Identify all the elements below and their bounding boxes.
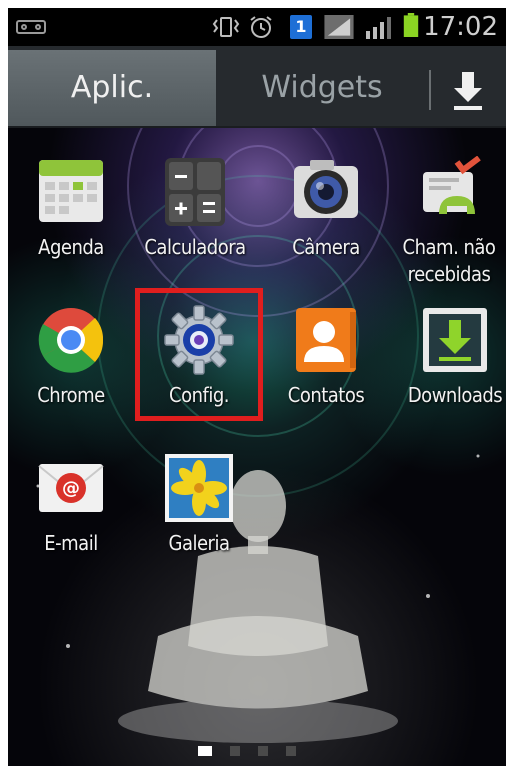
app-label: Câmera xyxy=(292,235,360,259)
app-label: Galeria xyxy=(168,531,230,555)
download-arrow-icon xyxy=(454,72,482,110)
chrome-icon xyxy=(38,308,104,373)
alarm-icon xyxy=(250,16,272,38)
status-bar: 1 17:02 xyxy=(8,8,506,46)
voicemail-icon xyxy=(16,20,46,34)
app-label: Downloads xyxy=(407,383,503,407)
calendar-icon xyxy=(39,160,103,222)
notification-badge-icon: 1 xyxy=(290,15,312,39)
phone-screen: 1 17:02 Aplic. Widgets Agenda Calculador… xyxy=(8,8,506,766)
page-dot-active[interactable] xyxy=(198,746,212,756)
highlight-box xyxy=(135,288,263,421)
app-label: Contatos xyxy=(287,383,365,407)
app-label: Agenda xyxy=(38,235,104,259)
downloads-icon xyxy=(423,308,487,372)
gallery-icon xyxy=(165,454,233,522)
page-dot[interactable] xyxy=(258,746,268,756)
calculator-icon xyxy=(165,158,225,226)
page-dot[interactable] xyxy=(286,746,296,756)
svg-text:@: @ xyxy=(62,478,80,499)
vibrate-icon xyxy=(212,17,240,37)
page-indicator xyxy=(198,746,318,758)
download-apps-button[interactable] xyxy=(438,60,498,120)
app-label: Chrome xyxy=(37,383,105,407)
tab-divider xyxy=(429,70,431,110)
app-label: Cham. não recebidas xyxy=(402,235,496,286)
clock: 17:02 xyxy=(423,12,498,42)
camera-icon xyxy=(294,160,358,218)
tab-apps-label: Aplic. xyxy=(70,70,154,105)
app-label: E-mail xyxy=(44,531,98,555)
contacts-icon xyxy=(296,308,356,372)
no-signal-icon xyxy=(324,15,354,39)
tab-apps[interactable]: Aplic. xyxy=(8,50,216,126)
signal-icon xyxy=(366,17,391,39)
app-label: Calculadora xyxy=(144,235,246,259)
tab-widgets[interactable]: Widgets xyxy=(222,50,422,126)
tab-widgets-label: Widgets xyxy=(261,70,383,105)
battery-icon xyxy=(403,13,419,37)
page-dot[interactable] xyxy=(230,746,240,756)
email-icon: @ xyxy=(38,464,104,512)
missed-calls-icon xyxy=(423,156,481,214)
app-drawer-tab-bar: Aplic. Widgets xyxy=(8,46,506,128)
